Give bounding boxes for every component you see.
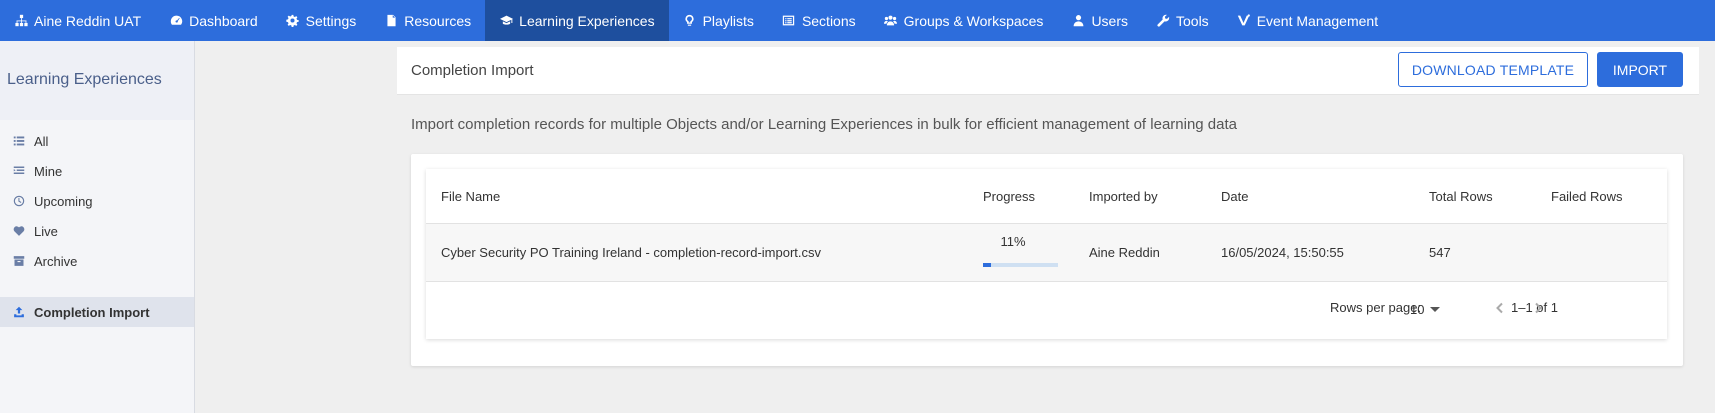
table-row[interactable]: Cyber Security PO Training Ireland - com… [426, 224, 1667, 282]
list-alt-icon [782, 14, 796, 28]
sidebar-item-live[interactable]: Live [0, 216, 194, 246]
sidebar-menu: All Mine Upcoming Live Archive Completio… [0, 120, 194, 413]
nav-item-resources[interactable]: Resources [370, 0, 485, 41]
heartbeat-icon [12, 224, 26, 238]
rows-per-page-value: 10 [1410, 302, 1425, 317]
previous-page-button[interactable] [1488, 296, 1512, 320]
nav-item-home[interactable]: Aine Reddin UAT [0, 0, 155, 41]
rows-per-page-label: Rows per page: [1330, 300, 1422, 315]
sidebar-item-label: Archive [34, 253, 78, 269]
column-header-total-rows: Total Rows [1429, 189, 1493, 204]
nav-item-playlists[interactable]: Playlists [669, 0, 768, 41]
page-header: Completion Import DOWNLOAD TEMPLATE IMPO… [397, 47, 1699, 95]
clock-icon [12, 194, 26, 208]
sidebar-item-upcoming[interactable]: Upcoming [0, 186, 194, 216]
nav-item-label: Groups & Workspaces [903, 12, 1044, 29]
column-header-date: Date [1221, 189, 1249, 204]
nav-item-dashboard[interactable]: Dashboard [155, 0, 272, 41]
file-icon [384, 14, 398, 28]
download-template-button[interactable]: DOWNLOAD TEMPLATE [1398, 52, 1588, 87]
nav-item-users[interactable]: Users [1057, 0, 1142, 41]
user-icon [1071, 14, 1085, 28]
nav-item-groups-workspaces[interactable]: Groups & Workspaces [870, 0, 1058, 41]
sidebar-item-mine[interactable]: Mine [0, 156, 194, 186]
sidebar-item-label: Upcoming [34, 193, 93, 209]
sitemap-icon [14, 14, 28, 28]
caret-down-icon [1430, 307, 1441, 312]
sidebar-item-label: Live [34, 223, 58, 239]
imports-card: File Name Progress Imported by Date Tota… [411, 154, 1683, 366]
nav-item-label: Sections [801, 12, 856, 29]
next-page-button[interactable] [1526, 296, 1550, 320]
wrench-icon [1156, 14, 1170, 28]
progress-bar-fill [983, 263, 992, 267]
page-title: Completion Import [411, 62, 534, 79]
gear-icon [286, 14, 300, 28]
archive-icon [12, 254, 26, 268]
nav-item-learning-experiences[interactable]: Learning Experiences [485, 0, 669, 41]
table-footer: Rows per page: 10 1–1 of 1 [426, 282, 1667, 339]
dashboard-icon [169, 14, 183, 28]
nav-item-sections[interactable]: Sections [768, 0, 870, 41]
table-header: File Name Progress Imported by Date Tota… [426, 169, 1667, 224]
cell-progress-value: 11% [1000, 234, 1026, 249]
cell-date: 16/05/2024, 15:50:55 [1221, 245, 1344, 260]
nav-item-settings[interactable]: Settings [272, 0, 371, 41]
sidebar-item-archive[interactable]: Archive [0, 246, 194, 276]
chevron-left-icon [1496, 302, 1503, 314]
import-button[interactable]: IMPORT [1597, 52, 1683, 87]
upload-icon [12, 305, 26, 319]
graduation-cap-icon [499, 14, 513, 28]
nav-item-event-management[interactable]: Event Management [1223, 0, 1392, 41]
column-header-progress: Progress [983, 189, 1036, 204]
cell-total-rows: 547 [1429, 245, 1451, 260]
nav-item-label: Event Management [1256, 12, 1379, 29]
sidebar-item-label: Mine [34, 163, 63, 179]
nav-item-label: Aine Reddin UAT [34, 12, 142, 29]
nav-item-label: Dashboard [189, 12, 258, 29]
top-navigation: Aine Reddin UAT Dashboard Settings Resou… [0, 0, 1715, 41]
users-icon [884, 14, 898, 28]
sidebar: Learning Experiences All Mine Upcoming L… [0, 41, 195, 413]
sidebar-item-label: All [34, 133, 49, 149]
nav-item-tools[interactable]: Tools [1142, 0, 1223, 41]
page-description: Import completion records for multiple O… [411, 116, 1237, 133]
sidebar-item-all[interactable]: All [0, 126, 194, 156]
imports-table: File Name Progress Imported by Date Tota… [426, 169, 1667, 339]
rows-per-page-select[interactable]: 10 [1410, 302, 1441, 317]
lightbulb-icon [683, 14, 697, 28]
nav-item-label: Playlists [702, 12, 754, 29]
column-header-file-name: File Name [441, 189, 501, 204]
list-user-icon [12, 164, 26, 178]
nav-item-label: Users [1091, 12, 1128, 29]
nav-item-label: Settings [305, 12, 357, 29]
column-header-imported-by: Imported by [1089, 189, 1158, 204]
cell-file-name: Cyber Security PO Training Ireland - com… [441, 245, 822, 260]
chevron-right-icon [1535, 302, 1542, 314]
sidebar-item-completion-import[interactable]: Completion Import [0, 297, 194, 327]
nav-item-label: Resources [404, 12, 472, 29]
list-icon [12, 134, 26, 148]
sidebar-title: Learning Experiences [0, 41, 194, 120]
v-logo-icon [1237, 14, 1251, 28]
nav-item-label: Learning Experiences [519, 12, 655, 29]
nav-item-label: Tools [1176, 12, 1209, 29]
cell-imported-by: Aine Reddin [1089, 245, 1160, 260]
progress-bar [983, 263, 1058, 267]
column-header-failed-rows: Failed Rows [1551, 189, 1623, 204]
sidebar-item-label: Completion Import [34, 304, 150, 320]
